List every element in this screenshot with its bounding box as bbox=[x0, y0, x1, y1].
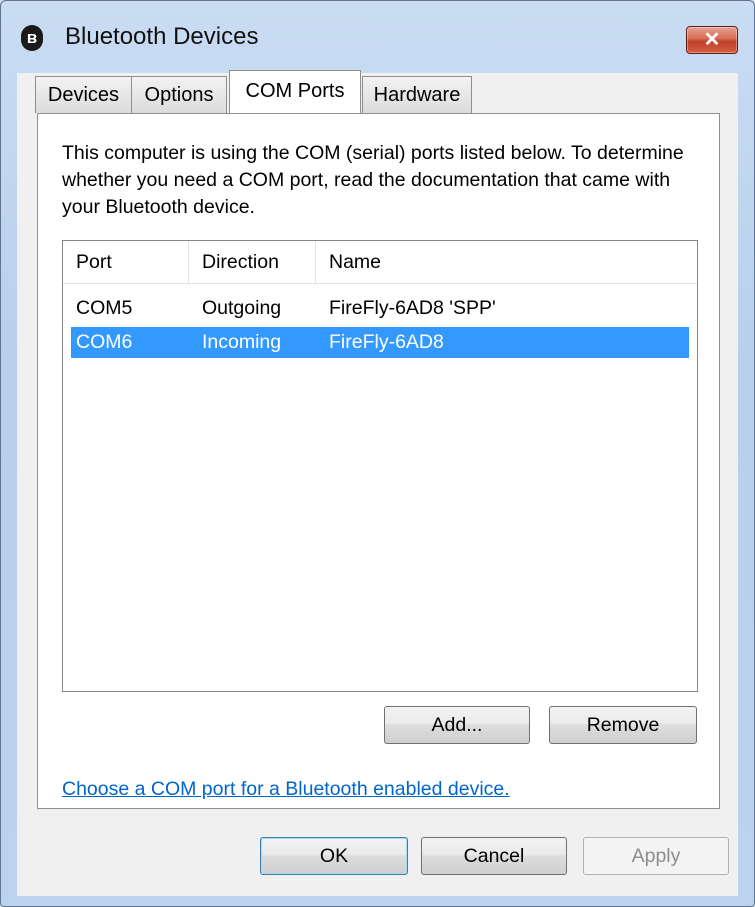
title-bar[interactable]: ʙ Bluetooth Devices ✕ bbox=[1, 1, 754, 73]
ok-button[interactable]: OK bbox=[260, 837, 408, 875]
close-icon: ✕ bbox=[703, 29, 721, 51]
tab-com-ports[interactable]: COM Ports bbox=[229, 70, 361, 113]
cell-direction: Incoming bbox=[202, 331, 282, 353]
com-ports-panel: This computer is using the COM (serial) … bbox=[37, 113, 720, 809]
window-title: Bluetooth Devices bbox=[65, 23, 259, 50]
cell-direction: Outgoing bbox=[202, 297, 282, 319]
tab-hardware[interactable]: Hardware bbox=[362, 76, 472, 113]
dialog-client-area: Devices Options COM Ports Hardware This … bbox=[17, 70, 738, 896]
tab-options[interactable]: Options bbox=[131, 76, 227, 113]
cell-name: FireFly-6AD8 'SPP' bbox=[329, 297, 496, 319]
list-row-com6[interactable]: COM6 Incoming FireFly-6AD8 bbox=[71, 327, 689, 358]
add-button[interactable]: Add... bbox=[384, 706, 530, 744]
cell-port: COM6 bbox=[76, 331, 133, 353]
com-ports-list[interactable]: Port Direction Name COM5 Outgoing FireFl… bbox=[62, 240, 698, 692]
cancel-button[interactable]: Cancel bbox=[421, 837, 567, 875]
bluetooth-icon: ʙ bbox=[21, 25, 43, 51]
column-header-direction[interactable]: Direction bbox=[189, 241, 316, 283]
column-header-port[interactable]: Port bbox=[63, 241, 189, 283]
column-header-name[interactable]: Name bbox=[316, 241, 696, 283]
list-header: Port Direction Name bbox=[63, 241, 697, 284]
description-text: This computer is using the COM (serial) … bbox=[62, 142, 684, 218]
cell-name: FireFly-6AD8 bbox=[329, 331, 444, 353]
cell-port: COM5 bbox=[76, 297, 133, 319]
choose-com-port-link[interactable]: Choose a COM port for a Bluetooth enable… bbox=[62, 778, 510, 801]
remove-button[interactable]: Remove bbox=[549, 706, 697, 744]
apply-button: Apply bbox=[583, 837, 729, 875]
bluetooth-devices-dialog: ʙ Bluetooth Devices ✕ Devices Options CO… bbox=[0, 0, 755, 907]
tab-devices[interactable]: Devices bbox=[35, 76, 132, 113]
list-row-com5[interactable]: COM5 Outgoing FireFly-6AD8 'SPP' bbox=[71, 293, 689, 324]
close-button[interactable]: ✕ bbox=[686, 26, 738, 54]
